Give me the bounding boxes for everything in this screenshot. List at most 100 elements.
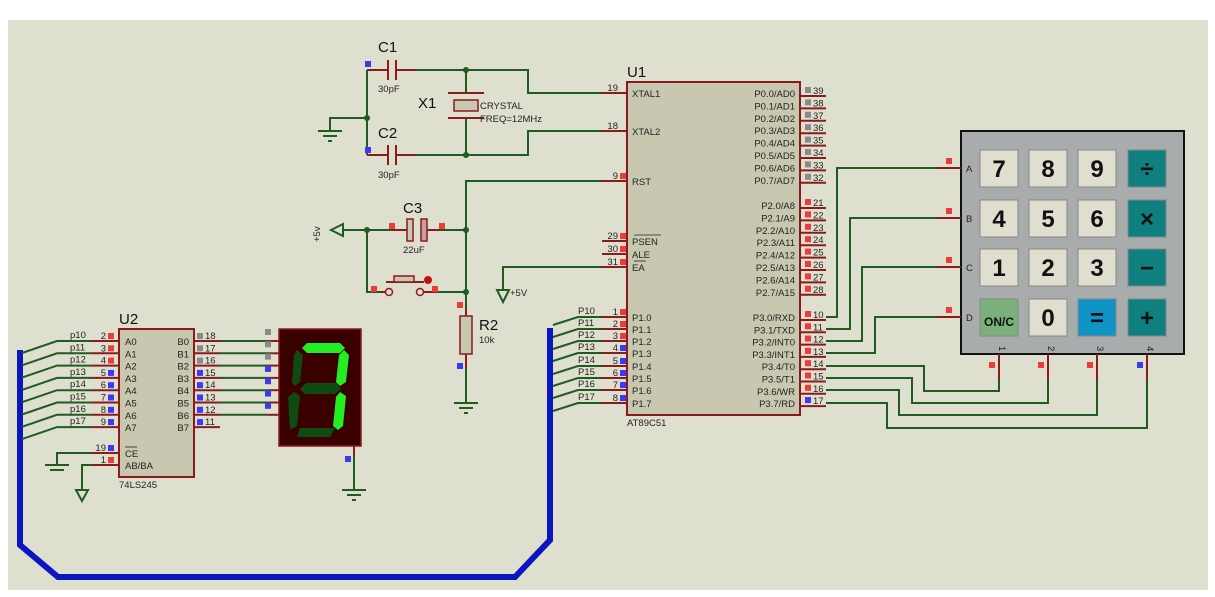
- key-6[interactable]: 6: [1077, 199, 1117, 238]
- u1-pin-number: 4: [613, 343, 618, 354]
- logic-state-indicator: [265, 341, 271, 348]
- u1-pin-number: 15: [813, 372, 824, 383]
- key-5[interactable]: 5: [1028, 199, 1068, 238]
- logic-state-indicator: [108, 333, 114, 339]
- logic-state-indicator: [620, 246, 626, 252]
- logic-state-indicator: [197, 419, 203, 426]
- logic-state-indicator: [805, 311, 811, 317]
- u1-pin-number: 33: [813, 160, 824, 171]
- u1-pin-number: 9: [613, 171, 618, 182]
- u1-pin-label: P0.5/AD5: [754, 151, 795, 162]
- logic-state-indicator: [108, 457, 114, 463]
- key-0[interactable]: 0: [1028, 298, 1068, 337]
- key-label: 0: [1041, 305, 1054, 332]
- keypad-col-label: 3: [1094, 346, 1105, 351]
- key-multiply[interactable]: ×: [1127, 199, 1167, 238]
- u2-pin-number: 16: [205, 356, 216, 367]
- net-label: p11: [70, 342, 85, 353]
- u1-pin-label: P0.0/AD0: [754, 89, 795, 100]
- ea-supply-label: +5V: [510, 288, 528, 299]
- u2-pin-label: A4: [125, 386, 137, 397]
- logic-state-indicator: [620, 382, 626, 388]
- u1-pin-number: 31: [607, 257, 618, 268]
- logic-state-indicator: [108, 369, 114, 376]
- u1-pin-number: 21: [813, 198, 824, 209]
- u1-pin-label: P2.5/A13: [756, 263, 795, 274]
- key-1[interactable]: 1: [979, 248, 1019, 287]
- u1-pin-label: ALE: [632, 250, 650, 261]
- key-label: −: [1140, 255, 1154, 282]
- logic-state-indicator: [620, 233, 626, 239]
- key-7[interactable]: 7: [979, 149, 1019, 188]
- u1-pin-number: 18: [607, 121, 618, 132]
- u2-pin-number: 2: [101, 331, 106, 342]
- u1-pin-number: 8: [613, 393, 618, 404]
- u2-pin-label: A7: [125, 423, 137, 434]
- logic-state-indicator: [108, 382, 114, 389]
- logic-state-indicator: [197, 369, 203, 376]
- u1-pin-number: 12: [813, 335, 824, 346]
- u2-pin-label: A1: [125, 349, 137, 360]
- u2-pin-label: B5: [177, 399, 189, 410]
- logic-state-indicator: [946, 307, 952, 313]
- key-2[interactable]: 2: [1028, 248, 1068, 287]
- key-label: 3: [1090, 255, 1103, 282]
- r2-ref: R2: [479, 317, 498, 334]
- u2-pin-number: 18: [205, 331, 216, 342]
- u1-pin-label: P2.1/A9: [761, 213, 795, 224]
- u1-part: AT89C51: [627, 418, 666, 429]
- logic-state-indicator: [265, 329, 271, 335]
- logic-state-indicator: [946, 158, 952, 164]
- u2-pin-label: A0: [125, 337, 137, 348]
- key-8[interactable]: 8: [1028, 149, 1068, 188]
- logic-state-indicator: [620, 173, 626, 179]
- u2-pin-number: 9: [101, 417, 106, 428]
- keypad-row-label: C: [966, 263, 973, 274]
- key-minus[interactable]: −: [1127, 248, 1167, 287]
- u1-pin-label: PSEN: [632, 237, 658, 248]
- logic-state-indicator: [805, 261, 811, 267]
- keypad-row-label: A: [966, 164, 973, 175]
- u1-pin-label: P2.7/A15: [756, 288, 795, 299]
- u1-pin-number: 29: [607, 231, 618, 242]
- u1-pin-number: 11: [813, 322, 823, 333]
- keypad[interactable]: 7 8 9 ÷ 4 5 6 × 1 2 3 − ON/C 0 = + A B C D 1 2 3 4: [937, 130, 1185, 380]
- schematic-canvas[interactable]: C1 30pF C2 30pF X1 CRYSTAL FREQ=12MHz +5…: [0, 0, 1215, 597]
- key-3[interactable]: 3: [1077, 248, 1117, 287]
- logic-state-indicator: [805, 87, 811, 93]
- u2-pin-label: A6: [125, 411, 137, 422]
- logic-state-indicator: [1038, 362, 1044, 368]
- key-plus[interactable]: +: [1127, 298, 1167, 337]
- c1-value: 30pF: [378, 84, 400, 95]
- key-on-clear[interactable]: ON/C: [979, 298, 1019, 337]
- key-9[interactable]: 9: [1077, 149, 1117, 188]
- logic-state-indicator: [946, 257, 952, 263]
- key-divide[interactable]: ÷: [1127, 149, 1167, 188]
- logic-state-indicator: [108, 345, 114, 352]
- u1-pin-label: EA: [632, 263, 645, 274]
- key-label: 2: [1041, 255, 1054, 282]
- u1-pin-number: 14: [813, 359, 824, 370]
- logic-state-indicator: [805, 99, 811, 106]
- u2-pin-number: 4: [101, 356, 106, 367]
- u2-pin-number: 11: [205, 417, 215, 428]
- u1-pin-number: 35: [813, 136, 824, 147]
- u2-pin-label: CE: [125, 449, 138, 460]
- net-label: P14: [578, 355, 595, 366]
- logic-state-indicator: [805, 211, 811, 218]
- logic-state-indicator: [265, 390, 271, 397]
- x1-part: CRYSTAL: [480, 101, 523, 112]
- logic-state-indicator: [805, 223, 811, 230]
- logic-state-indicator: [620, 259, 626, 265]
- u1-pin-number: 32: [813, 173, 824, 184]
- u1-pin-number: 37: [813, 111, 824, 122]
- key-4[interactable]: 4: [979, 199, 1019, 238]
- net-label: p10: [70, 330, 86, 341]
- logic-state-indicator: [805, 360, 811, 367]
- logic-state-indicator: [805, 285, 811, 292]
- u2-pin-label: B1: [177, 349, 189, 360]
- key-label: 5: [1041, 206, 1054, 233]
- logic-state-indicator: [197, 406, 203, 413]
- key-equals[interactable]: =: [1077, 298, 1117, 337]
- u2-pin-label: B7: [177, 423, 189, 434]
